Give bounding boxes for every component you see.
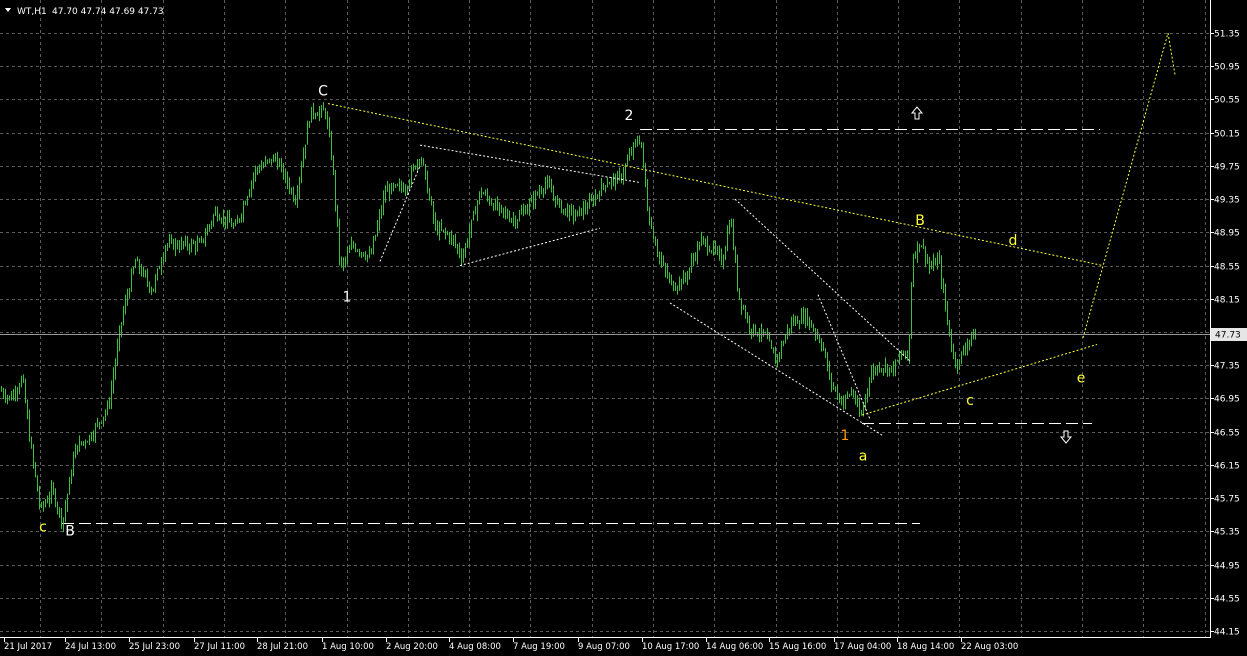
wave-label: a <box>859 449 868 465</box>
x-tick-label: 22 Aug 03:00 <box>961 642 1018 652</box>
x-tick-label: 24 Jul 13:00 <box>65 642 116 652</box>
x-tick-label: 1 Aug 10:00 <box>322 642 374 652</box>
y-tick-label: 44.55 <box>1214 595 1240 605</box>
x-tick-label: 10 Aug 17:00 <box>642 642 699 652</box>
x-tick-label: 17 Aug 04:00 <box>834 642 891 652</box>
x-tick-label: 4 Aug 08:00 <box>449 642 501 652</box>
ohlc-values: 47.70 47.74 47.69 47.73 <box>52 7 164 17</box>
y-tick-label: 47.35 <box>1214 362 1240 372</box>
x-tick-label: 21 Jul 2017 <box>4 642 52 652</box>
current-price-tag: 47.73 <box>1211 328 1247 341</box>
y-tick-label: 49.75 <box>1214 163 1240 173</box>
wave-label: e <box>1077 371 1086 387</box>
y-tick-label: 46.55 <box>1214 429 1240 439</box>
x-tick-label: 25 Jul 23:00 <box>129 642 180 652</box>
wave-label: 1 <box>343 289 352 305</box>
y-tick-label: 46.95 <box>1214 395 1240 405</box>
wave-label: c <box>39 519 47 535</box>
chart-header: WT,H1 47.70 47.74 47.69 47.73 <box>5 7 164 17</box>
y-tick-label: 51.35 <box>1214 30 1240 40</box>
price-chart[interactable]: C12BcBdeca1 51.3550.9550.5550.1549.7549.… <box>0 0 1247 656</box>
y-tick-label: 44.15 <box>1214 628 1240 638</box>
symbol-label: WT,H1 <box>17 7 47 17</box>
x-tick-label: 27 Jul 11:00 <box>194 642 245 652</box>
y-tick-label: 44.95 <box>1214 562 1240 572</box>
x-tick-label: 14 Aug 06:00 <box>706 642 763 652</box>
y-tick-label: 48.15 <box>1214 296 1240 306</box>
wave-label: 2 <box>625 108 634 124</box>
x-tick-label: 2 Aug 20:00 <box>386 642 438 652</box>
y-tick-label: 48.95 <box>1214 229 1240 239</box>
wave-label: d <box>1009 233 1018 249</box>
chart-background <box>0 0 1247 656</box>
x-tick-label: 9 Aug 07:00 <box>578 642 630 652</box>
x-tick-label: 7 Aug 19:00 <box>513 642 565 652</box>
wave-label: B <box>915 213 925 229</box>
y-tick-label: 46.15 <box>1214 462 1240 472</box>
wave-label: C <box>318 83 328 99</box>
y-tick-label: 50.55 <box>1214 96 1240 106</box>
wave-label: 1 <box>841 428 850 444</box>
y-tick-label: 50.15 <box>1214 130 1240 140</box>
wave-label: c <box>966 393 974 409</box>
y-tick-label: 49.35 <box>1214 196 1240 206</box>
x-tick-label: 28 Jul 21:00 <box>257 642 308 652</box>
wave-label: B <box>65 523 75 539</box>
y-tick-label: 50.95 <box>1214 63 1240 73</box>
y-tick-label: 45.35 <box>1214 528 1240 538</box>
x-tick-label: 18 Aug 14:00 <box>897 642 954 652</box>
current-price-value: 47.73 <box>1215 331 1241 341</box>
x-tick-label: 15 Aug 16:00 <box>769 642 826 652</box>
y-tick-label: 48.55 <box>1214 263 1240 273</box>
y-tick-label: 45.75 <box>1214 495 1240 505</box>
